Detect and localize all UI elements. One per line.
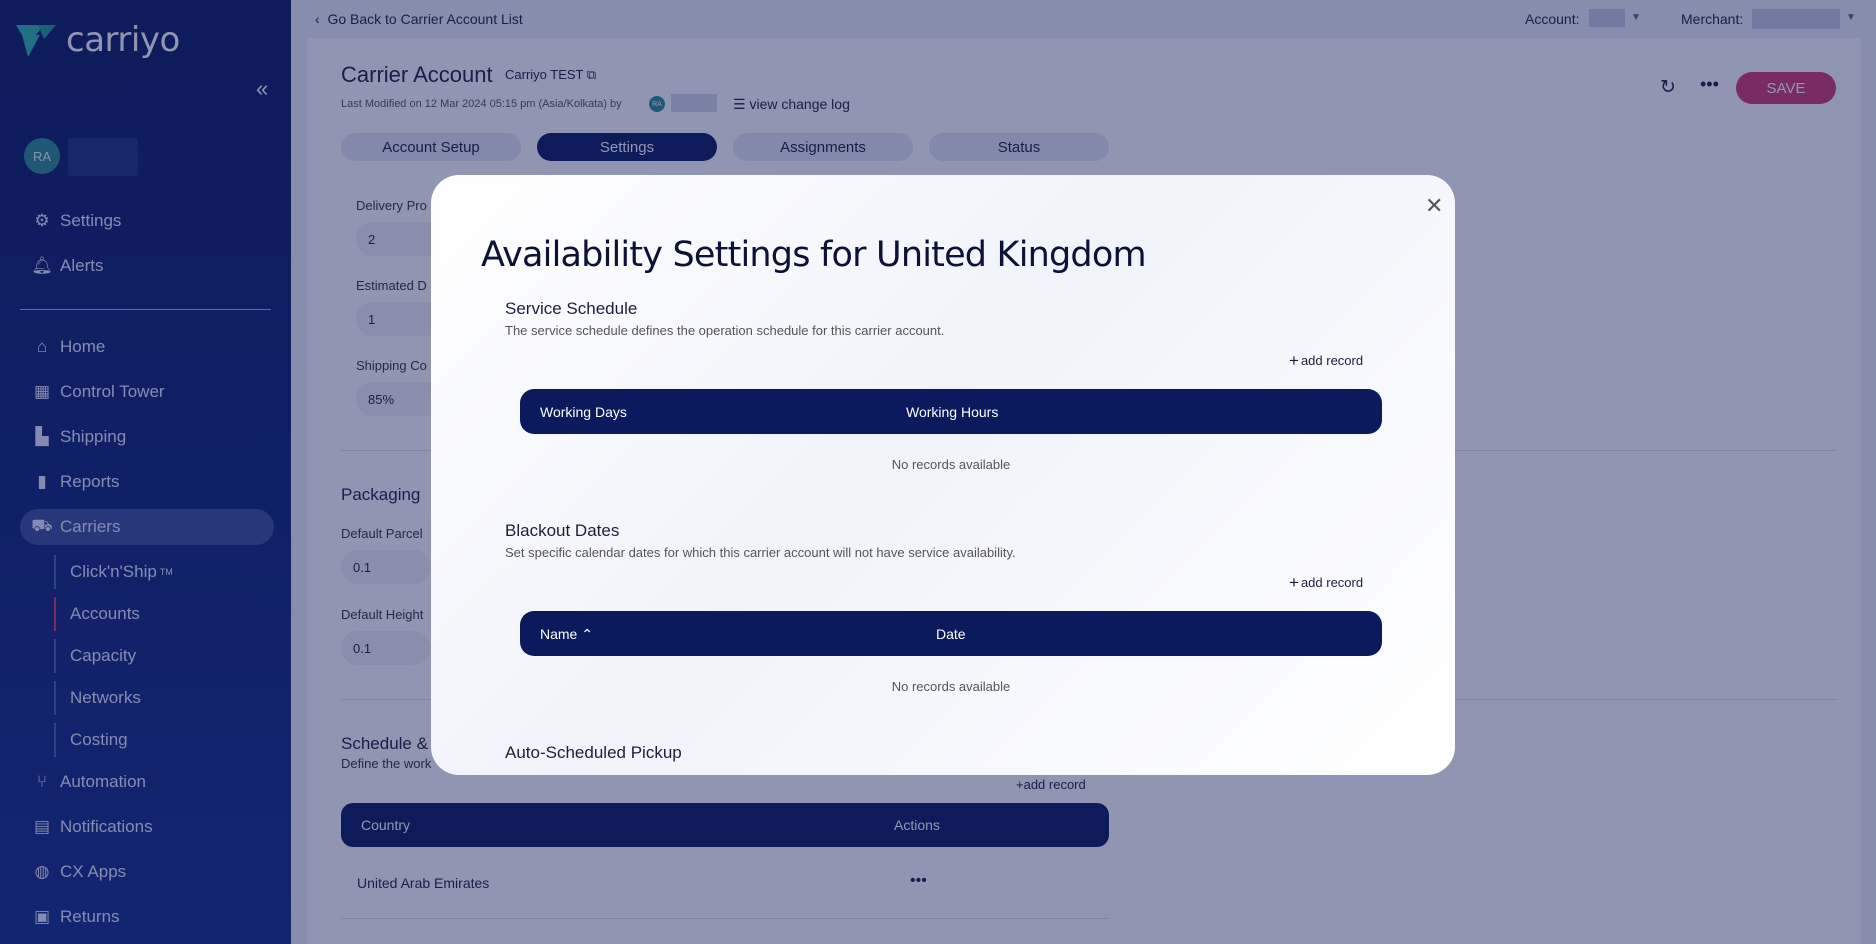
service-schedule-desc: The service schedule defines the operati… [505, 323, 945, 338]
add-record-label: add record [1300, 353, 1364, 368]
modal-title: Availability Settings for United Kingdom [481, 235, 1147, 275]
plus-icon: + [1289, 351, 1299, 370]
service-schedule-title: Service Schedule [505, 299, 638, 318]
service-schedule-table-header: Working Days Working Hours [520, 389, 1382, 434]
add-record-label: add record [1300, 575, 1364, 590]
blackout-table-header: Name ⌃ Date [520, 611, 1382, 656]
add-record-button[interactable]: +add record [1289, 351, 1363, 371]
availability-settings-modal: ✕ Availability Settings for United Kingd… [431, 175, 1455, 775]
column-header-date: Date [936, 626, 966, 642]
plus-icon: + [1289, 573, 1299, 592]
column-header-working-hours: Working Hours [906, 404, 999, 420]
add-record-button[interactable]: +add record [1289, 573, 1363, 593]
auto-scheduled-pickup-title: Auto-Scheduled Pickup [505, 743, 682, 762]
close-icon[interactable]: ✕ [1425, 193, 1443, 219]
blackout-dates-desc: Set specific calendar dates for which th… [505, 545, 1016, 560]
empty-state: No records available [891, 457, 1011, 472]
column-header-name[interactable]: Name ⌃ [540, 626, 593, 643]
empty-state: No records available [891, 679, 1011, 694]
column-header-working-days: Working Days [540, 404, 627, 420]
blackout-dates-title: Blackout Dates [505, 521, 620, 540]
